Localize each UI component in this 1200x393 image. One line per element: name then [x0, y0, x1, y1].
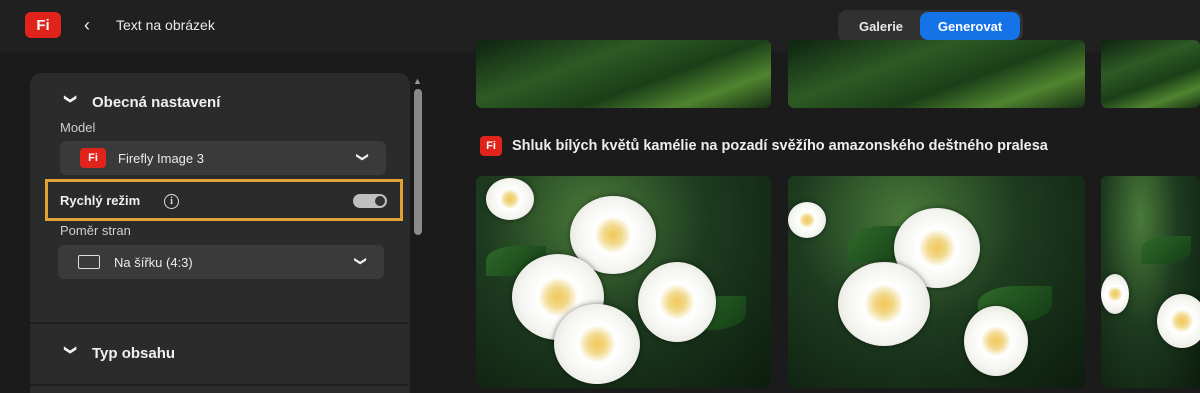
prompt-row: Fi Shluk bílých květů kamélie na pozadí …: [480, 136, 1048, 156]
scroll-up-arrow[interactable]: ▲: [413, 76, 422, 86]
info-icon[interactable]: i: [164, 194, 179, 209]
result-image[interactable]: [1101, 176, 1200, 388]
section-divider: [30, 322, 408, 324]
model-select[interactable]: Fi Firefly Image 3 ❯: [60, 141, 386, 175]
chevron-down-icon: ❯: [64, 93, 78, 104]
result-image[interactable]: [788, 176, 1085, 388]
camellia-flower: [1101, 274, 1129, 314]
leaf: [1141, 236, 1191, 264]
chevron-left-icon[interactable]: ‹: [84, 14, 90, 36]
content-type-header[interactable]: ❯ Typ obsahu: [62, 344, 176, 363]
content-type-title: Typ obsahu: [92, 345, 176, 362]
result-image[interactable]: [476, 176, 771, 388]
result-image[interactable]: [1101, 40, 1200, 108]
aspect-ratio-select[interactable]: Na šířku (4:3) ❯: [58, 245, 384, 279]
prompt-text[interactable]: Shluk bílých květů kamélie na pozadí svě…: [512, 138, 1048, 154]
general-settings-title: Obecná nastavení: [92, 94, 221, 111]
model-value: Firefly Image 3: [118, 150, 204, 166]
fast-mode-label: Rychlý režim: [60, 193, 141, 208]
camellia-flower: [486, 178, 534, 220]
firefly-logo[interactable]: Fi: [25, 12, 61, 38]
general-settings-header[interactable]: ❯ Obecná nastavení: [62, 93, 221, 112]
chevron-down-icon: ❯: [355, 151, 370, 163]
fast-mode-toggle[interactable]: [353, 194, 387, 208]
firefly-model-logo: Fi: [80, 148, 106, 168]
page-title: Text na obrázek: [116, 17, 215, 33]
view-switch: Galerie Generovat: [838, 10, 1023, 42]
firefly-prompt-logo: Fi: [480, 136, 502, 156]
fast-mode-row: Rychlý režim i: [45, 179, 403, 221]
toggle-knob: [375, 196, 385, 206]
camellia-flower: [638, 262, 716, 342]
camellia-flower: [554, 304, 640, 384]
chevron-down-icon: ❯: [64, 344, 78, 355]
generate-tab[interactable]: Generovat: [920, 12, 1020, 40]
aspect-ratio-label: Poměr stran: [60, 223, 131, 238]
landscape-ratio-icon: [78, 255, 100, 269]
scrollbar-thumb[interactable]: [414, 89, 422, 235]
camellia-flower: [964, 306, 1028, 376]
camellia-flower: [788, 202, 826, 238]
camellia-flower: [1157, 294, 1200, 348]
camellia-flower: [838, 262, 930, 346]
chevron-down-icon: ❯: [353, 255, 368, 267]
section-divider: [30, 384, 408, 386]
result-image[interactable]: [788, 40, 1085, 108]
gallery-tab[interactable]: Galerie: [842, 12, 920, 40]
result-image[interactable]: [476, 40, 771, 108]
aspect-ratio-value: Na šířku (4:3): [114, 254, 193, 270]
model-label: Model: [60, 120, 96, 135]
